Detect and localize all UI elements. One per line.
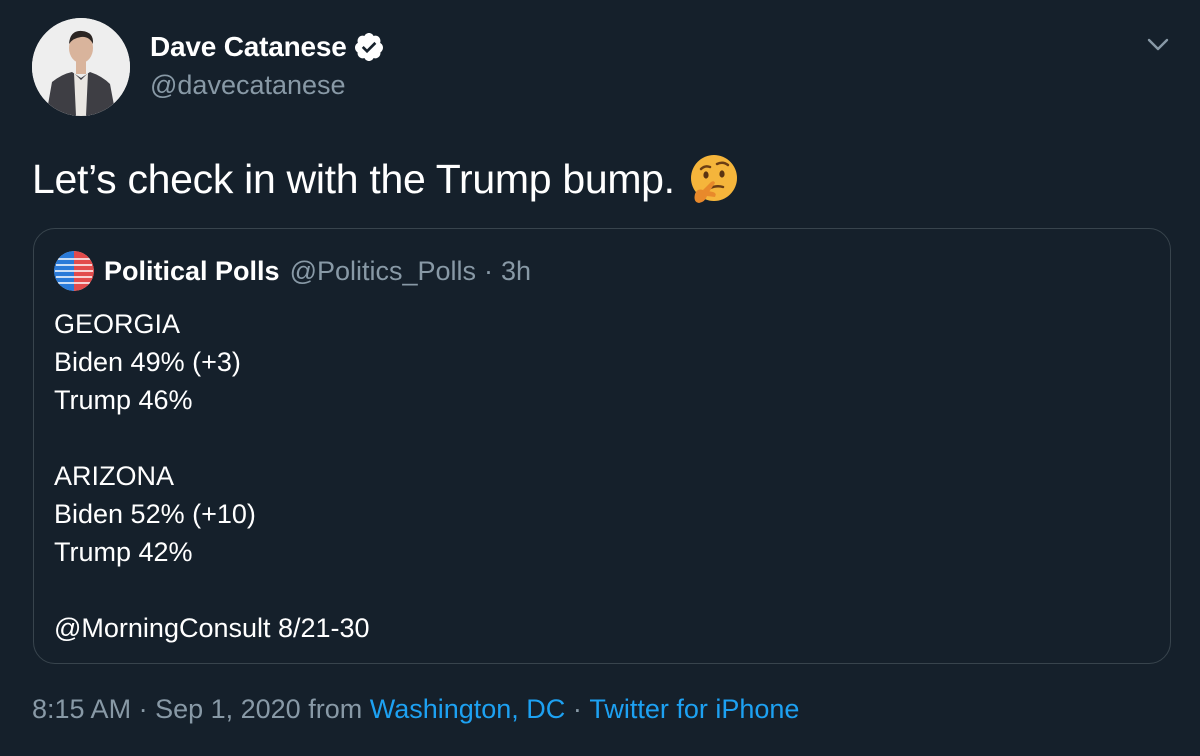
quoted-line: Trump 42%	[54, 537, 193, 567]
tweet-footer: 8:15 AM · Sep 1, 2020 from Washington, D…	[32, 694, 799, 725]
tweet-text: Let’s check in with the Trump bump.	[32, 152, 741, 206]
tweet: Dave Catanese @davecatanese Let’s check …	[0, 0, 1200, 756]
tweet-text-content: Let’s check in with the Trump bump.	[32, 155, 675, 202]
quoted-author-avatar	[54, 251, 94, 291]
quoted-author-name: Political Polls	[104, 255, 280, 286]
tweet-time[interactable]: 8:15 AM	[32, 694, 131, 725]
quoted-line: Trump 46%	[54, 385, 193, 415]
quoted-line: GEORGIA	[54, 309, 181, 339]
location-link[interactable]: Washington, DC	[370, 694, 566, 725]
thinking-face-icon	[687, 152, 741, 206]
quoted-line	[54, 419, 370, 457]
author-display-name[interactable]: Dave Catanese	[150, 31, 347, 63]
footer-separator: ·	[565, 694, 590, 724]
chevron-down-icon[interactable]	[1142, 28, 1174, 60]
quoted-author-handle: @Politics_Polls	[289, 255, 477, 286]
tweet-date[interactable]: Sep 1, 2020	[155, 694, 301, 725]
quoted-line: ARIZONA	[54, 461, 175, 491]
quoted-timestamp: 3h	[501, 255, 532, 286]
quoted-line: Biden 52% (+10)	[54, 499, 256, 529]
author-avatar[interactable]	[32, 18, 130, 116]
verified-badge-icon	[353, 31, 385, 63]
author-handle[interactable]: @davecatanese	[150, 70, 346, 101]
author-name-row: Dave Catanese	[150, 28, 385, 66]
quoted-line: @MorningConsult 8/21-30	[54, 613, 370, 643]
quoted-tweet-header: Political Polls @Politics_Polls · 3h	[54, 251, 532, 291]
quoted-separator: ·	[484, 255, 494, 286]
quoted-tweet-body: GEORGIA Biden 49% (+3) Trump 46% ARIZONA…	[54, 305, 370, 647]
quoted-line	[54, 571, 370, 609]
source-link[interactable]: Twitter for iPhone	[589, 694, 799, 725]
footer-from-label: from	[300, 694, 370, 724]
footer-separator: ·	[131, 694, 156, 724]
quoted-line: Biden 49% (+3)	[54, 347, 241, 377]
quoted-tweet[interactable]: Political Polls @Politics_Polls · 3h GEO…	[33, 228, 1171, 664]
